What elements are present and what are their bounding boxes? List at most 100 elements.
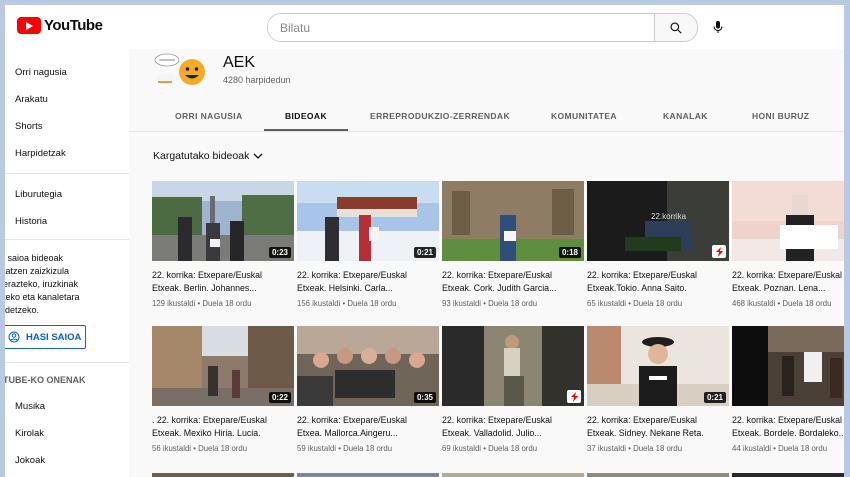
video-thumbnail-partial[interactable] <box>587 473 729 477</box>
signin-button[interactable]: HASI SAIOA <box>5 325 86 349</box>
video-title[interactable]: 22. korrika: Etxepare/Euskal Etxeak. Cor… <box>442 269 584 295</box>
video-views: 69 ikustaldi <box>442 444 482 453</box>
meta-separator: • <box>483 299 486 308</box>
sidebar-item-subscriptions[interactable]: Harpidetzak <box>15 148 66 159</box>
meta-separator: • <box>483 444 486 453</box>
video-views: 468 ikustaldi <box>732 299 776 308</box>
sidebar-item-gaming[interactable]: Jokoak <box>15 455 45 466</box>
video-title[interactable]: . 22. korrika: Etxepare/Euskal Etxeak. M… <box>152 414 294 440</box>
account-icon <box>8 331 20 343</box>
video-title[interactable]: 22. korrika: Etxepare/Euskal Etxeak. Hel… <box>297 269 439 295</box>
video-card[interactable]: 22. korrika: Etxepare/Euskal Etxeak. Bor… <box>732 326 844 453</box>
tab-about[interactable]: HONI BURUZ <box>752 111 809 121</box>
video-card[interactable]: 22. korrika: Etxepare/Euskal Etxeak. Val… <box>442 326 584 453</box>
video-views: 44 ikustaldi <box>732 444 772 453</box>
video-age: Duela 18 ordu <box>347 299 397 308</box>
video-thumbnail[interactable]: 0:21 <box>587 326 729 406</box>
video-title[interactable]: 22. korrika: Etxepare/Euskal Etxeak. Val… <box>442 414 584 440</box>
video-duration: 0:21 <box>703 392 726 403</box>
tab-playlists[interactable]: ERREPRODUKZIO-ZERRENDAK <box>370 111 510 121</box>
search-button[interactable] <box>654 14 697 41</box>
video-card[interactable]: 22. korrika: Etxepare/Euskal Etxeak. Poz… <box>732 181 844 308</box>
sidebar-item-history[interactable]: Historia <box>15 216 47 227</box>
uploads-sort-menu[interactable]: Kargatutako bideoak <box>153 150 263 162</box>
video-thumbnail[interactable]: 0:22 <box>152 326 294 406</box>
video-thumbnail[interactable]: 0:18 <box>442 181 584 261</box>
sidebar-section-title: TUBE-KO ONENAK <box>5 375 86 385</box>
tab-home[interactable]: ORRI NAGUSIA <box>175 111 243 121</box>
channel-avatar[interactable] <box>153 52 209 92</box>
video-age: Duela 18 ordu <box>488 299 538 308</box>
signin-button-label: HASI SAIOA <box>26 331 82 343</box>
tab-channels[interactable]: KANALAK <box>663 111 708 121</box>
tab-videos[interactable]: BIDEOAK <box>285 111 327 121</box>
tabs-divider <box>129 131 844 132</box>
video-thumbnail[interactable]: 0:23 <box>152 181 294 261</box>
search-box <box>267 13 698 42</box>
masthead: YouTube <box>5 5 844 49</box>
video-title[interactable]: 22. korrika: Etxepare/Euskal Etxeak. Bor… <box>732 414 844 440</box>
video-card[interactable]: 0:21 22. korrika: Etxepare/Euskal Etxeak… <box>297 181 439 308</box>
video-age: Duela 18 ordu <box>633 299 683 308</box>
meta-separator: • <box>342 299 346 308</box>
microphone-icon <box>713 21 723 33</box>
video-metadata: 56 ikustaldi • Duela 18 ordu <box>152 444 294 453</box>
channel-page: AEK 4280 harpidedun ORRI NAGUSIA BIDEOAK… <box>129 49 844 477</box>
sidebar-divider <box>5 239 129 240</box>
shorts-icon <box>567 390 581 403</box>
meta-separator: • <box>193 444 196 453</box>
video-metadata: 468 ikustaldi • Duela 18 ordu <box>732 299 844 308</box>
sidebar-item-home[interactable]: Orri nagusia <box>15 67 67 78</box>
video-thumbnail-partial[interactable] <box>297 473 439 477</box>
video-views: 129 ikustaldi <box>152 299 196 308</box>
video-title[interactable]: 22. korrika: Etxepare/Euskal Etxeak. Poz… <box>732 269 844 295</box>
video-thumbnail[interactable]: 0:35 <box>297 326 439 406</box>
video-thumbnail[interactable] <box>732 181 844 261</box>
meta-separator: • <box>628 299 631 308</box>
video-card[interactable]: 0:22 . 22. korrika: Etxepare/Euskal Etxe… <box>152 326 294 453</box>
guide-sidebar: Orri nagusia Arakatu Shorts Harpidetzak … <box>5 49 129 477</box>
video-thumbnail-partial[interactable] <box>442 473 584 477</box>
video-metadata: 59 ikustaldi • Duela 18 ordu <box>297 444 439 453</box>
tab-community[interactable]: KOMUNITATEA <box>551 111 617 121</box>
sidebar-divider <box>5 173 129 174</box>
video-metadata: 44 ikustaldi • Duela 18 ordu <box>732 444 844 453</box>
video-card[interactable]: 0:35 22. korrika: Etxepare/Euskal Etxea.… <box>297 326 439 453</box>
video-views: 65 ikustaldi <box>587 299 627 308</box>
video-card[interactable]: 0:21 22. korrika: Etxepare/Euskal Etxeak… <box>587 326 729 453</box>
uploads-title: Kargatutako bideoak <box>153 150 250 162</box>
video-title[interactable]: 22. korrika: Etxepare/Euskal Etxea. Mall… <box>297 414 439 440</box>
video-card[interactable]: 0:23 22. korrika: Etxepare/Euskal Etxeak… <box>152 181 294 308</box>
browser-frame: YouTube Orri nagusia Arakatu Shorts Harp… <box>5 5 844 477</box>
video-duration: 0:18 <box>558 247 581 258</box>
video-thumbnail-partial[interactable] <box>732 473 844 477</box>
voice-search-button[interactable] <box>706 15 730 39</box>
sidebar-item-sports[interactable]: Kirolak <box>15 428 44 439</box>
video-thumbnail[interactable]: 0:21 <box>297 181 439 261</box>
video-card[interactable]: 0:18 22. korrika: Etxepare/Euskal Etxeak… <box>442 181 584 308</box>
video-thumbnail[interactable] <box>442 326 584 406</box>
video-views: 156 ikustaldi <box>297 299 341 308</box>
video-thumbnail[interactable]: 22.korrika <box>587 181 729 261</box>
video-views: 37 ikustaldi <box>587 444 627 453</box>
video-thumbnail-partial[interactable] <box>152 473 294 477</box>
video-title[interactable]: 22. korrika: Etxepare/Euskal Etxeak. Ber… <box>152 269 294 295</box>
youtube-logo[interactable]: YouTube <box>17 17 103 34</box>
video-duration: 0:35 <box>413 392 436 403</box>
video-age: Duela 18 ordu <box>202 299 252 308</box>
video-title[interactable]: 22. korrika: Etxepare/Euskal Etxeak. Sid… <box>587 414 729 440</box>
sidebar-item-library[interactable]: Liburutegia <box>15 189 62 200</box>
video-metadata: 65 ikustaldi • Duela 18 ordu <box>587 299 729 308</box>
logo-text: YouTube <box>44 17 103 34</box>
video-title[interactable]: 22. korrika: Etxepare/Euskal Etxeak.Toki… <box>587 269 729 295</box>
video-duration: 0:22 <box>268 392 291 403</box>
video-duration: 0:23 <box>268 247 291 258</box>
svg-text:22.korrika: 22.korrika <box>651 212 687 221</box>
sidebar-item-music[interactable]: Musika <box>15 401 45 412</box>
video-age: Duela 18 ordu <box>343 444 393 453</box>
sidebar-item-shorts[interactable]: Shorts <box>15 121 42 132</box>
video-thumbnail[interactable] <box>732 326 844 406</box>
video-card[interactable]: 22.korrika 22. korrika: Etxepare/Euskal … <box>587 181 729 308</box>
search-input[interactable] <box>268 14 655 41</box>
sidebar-item-explore[interactable]: Arakatu <box>15 94 48 105</box>
